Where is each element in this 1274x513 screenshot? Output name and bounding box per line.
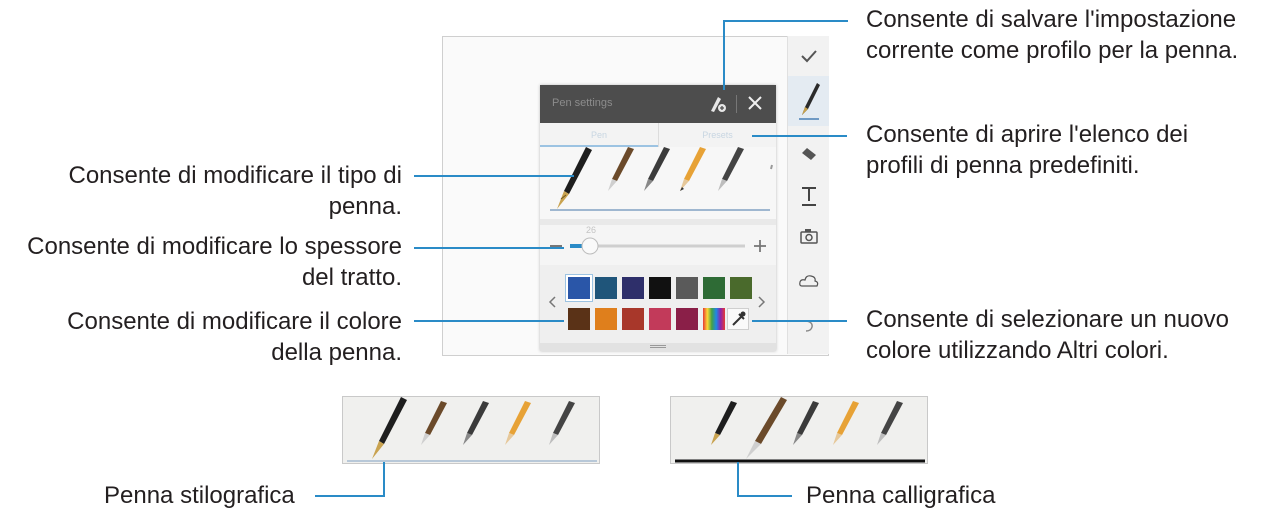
text-button[interactable] <box>788 176 829 216</box>
calligraphy-pen-strip-pens <box>675 397 925 463</box>
color-swatch[interactable] <box>703 277 725 299</box>
color-swatch[interactable] <box>566 275 592 301</box>
chevron-right-icon <box>758 296 766 308</box>
color-swatch[interactable] <box>730 277 752 299</box>
size-slider[interactable] <box>540 225 776 265</box>
tab-bar: Pen Presets <box>540 123 776 147</box>
callout-open-profiles: Consente di aprire l'elenco dei profili … <box>866 121 1189 179</box>
marker-icon <box>718 147 744 191</box>
done-button[interactable] <box>788 36 829 76</box>
leader-fountain <box>383 462 385 497</box>
eyedropper-icon <box>732 311 746 326</box>
color-swatch[interactable] <box>649 308 671 330</box>
color-palette <box>540 265 776 343</box>
side-toolbar <box>787 36 829 354</box>
color-swatch[interactable] <box>676 308 698 330</box>
capture-button[interactable] <box>788 216 829 256</box>
leader-fountain-h <box>315 495 385 497</box>
eraser-icon <box>801 148 816 160</box>
leader-stroke <box>414 247 564 249</box>
calligraphy-pen-icon <box>608 147 634 191</box>
text-icon <box>801 187 816 206</box>
brush-pen-icon <box>644 147 670 191</box>
close-icon <box>748 96 762 110</box>
color-swatch[interactable] <box>595 308 617 330</box>
panel-header: Pen settings <box>540 85 776 123</box>
color-swatch[interactable] <box>595 277 617 299</box>
pencil-icon <box>680 147 706 191</box>
chevron-right-button[interactable] <box>758 295 766 313</box>
close-button[interactable] <box>748 96 762 115</box>
camera-icon <box>799 229 818 244</box>
leader-pen-color <box>414 320 564 322</box>
fountain-pen-icon <box>557 147 592 209</box>
fountain-pen-strip-pens <box>347 397 597 462</box>
divider <box>736 95 737 113</box>
panel-title: Pen settings <box>552 97 613 109</box>
calligraphy-pen-strip <box>670 396 928 464</box>
save-preset-button[interactable] <box>708 94 728 119</box>
callout-save-profile: Consente di salvare l'impostazione corre… <box>866 6 1239 64</box>
callout-pen-color: Consente di modificare il colore della p… <box>67 308 402 366</box>
leader-save <box>723 20 725 90</box>
label-fountain-pen: Penna stilografica <box>104 482 295 509</box>
eraser-button[interactable] <box>788 134 829 174</box>
pen-tool-button[interactable] <box>788 76 829 126</box>
panel-handle[interactable] <box>540 343 776 351</box>
more-colors-rainbow[interactable] <box>703 308 725 330</box>
leader-presets <box>752 135 847 137</box>
color-swatch[interactable] <box>568 308 590 330</box>
pen-settings-panel: Pen settings Pen Presets 26 <box>540 85 776 351</box>
callout-stroke-width: Consente di modificare lo spessore del t… <box>27 233 402 291</box>
lasso-button[interactable] <box>788 261 829 301</box>
undo-button[interactable] <box>788 306 829 346</box>
pen-icon <box>798 83 820 120</box>
fountain-pen-strip <box>342 396 600 464</box>
tab-pen[interactable]: Pen <box>540 123 658 147</box>
plus-icon <box>754 240 766 252</box>
leader-color-new <box>752 320 847 322</box>
pen-underline <box>550 209 770 211</box>
size-slider-area: 26 <box>540 225 776 265</box>
color-swatch[interactable] <box>622 277 644 299</box>
chevron-left-button[interactable] <box>548 295 556 313</box>
chevron-left-icon <box>548 296 556 308</box>
leader-pen-type <box>414 175 574 177</box>
label-calligraphy-pen: Penna calligrafica <box>806 482 996 509</box>
eyedropper-button[interactable] <box>727 308 749 330</box>
lasso-icon <box>798 275 818 287</box>
color-swatch[interactable] <box>622 308 644 330</box>
save-pen-icon <box>711 97 726 112</box>
leader-calligraphy <box>737 462 739 497</box>
check-icon <box>800 50 817 63</box>
color-swatch[interactable] <box>649 277 671 299</box>
leader-calligraphy-h <box>737 495 792 497</box>
leader-save-h <box>723 20 848 22</box>
color-swatch[interactable] <box>676 277 698 299</box>
callout-pen-type: Consente di modificare il tipo di penna. <box>68 162 402 220</box>
callout-new-color: Consente di selezionare un nuovo colore … <box>866 306 1229 364</box>
